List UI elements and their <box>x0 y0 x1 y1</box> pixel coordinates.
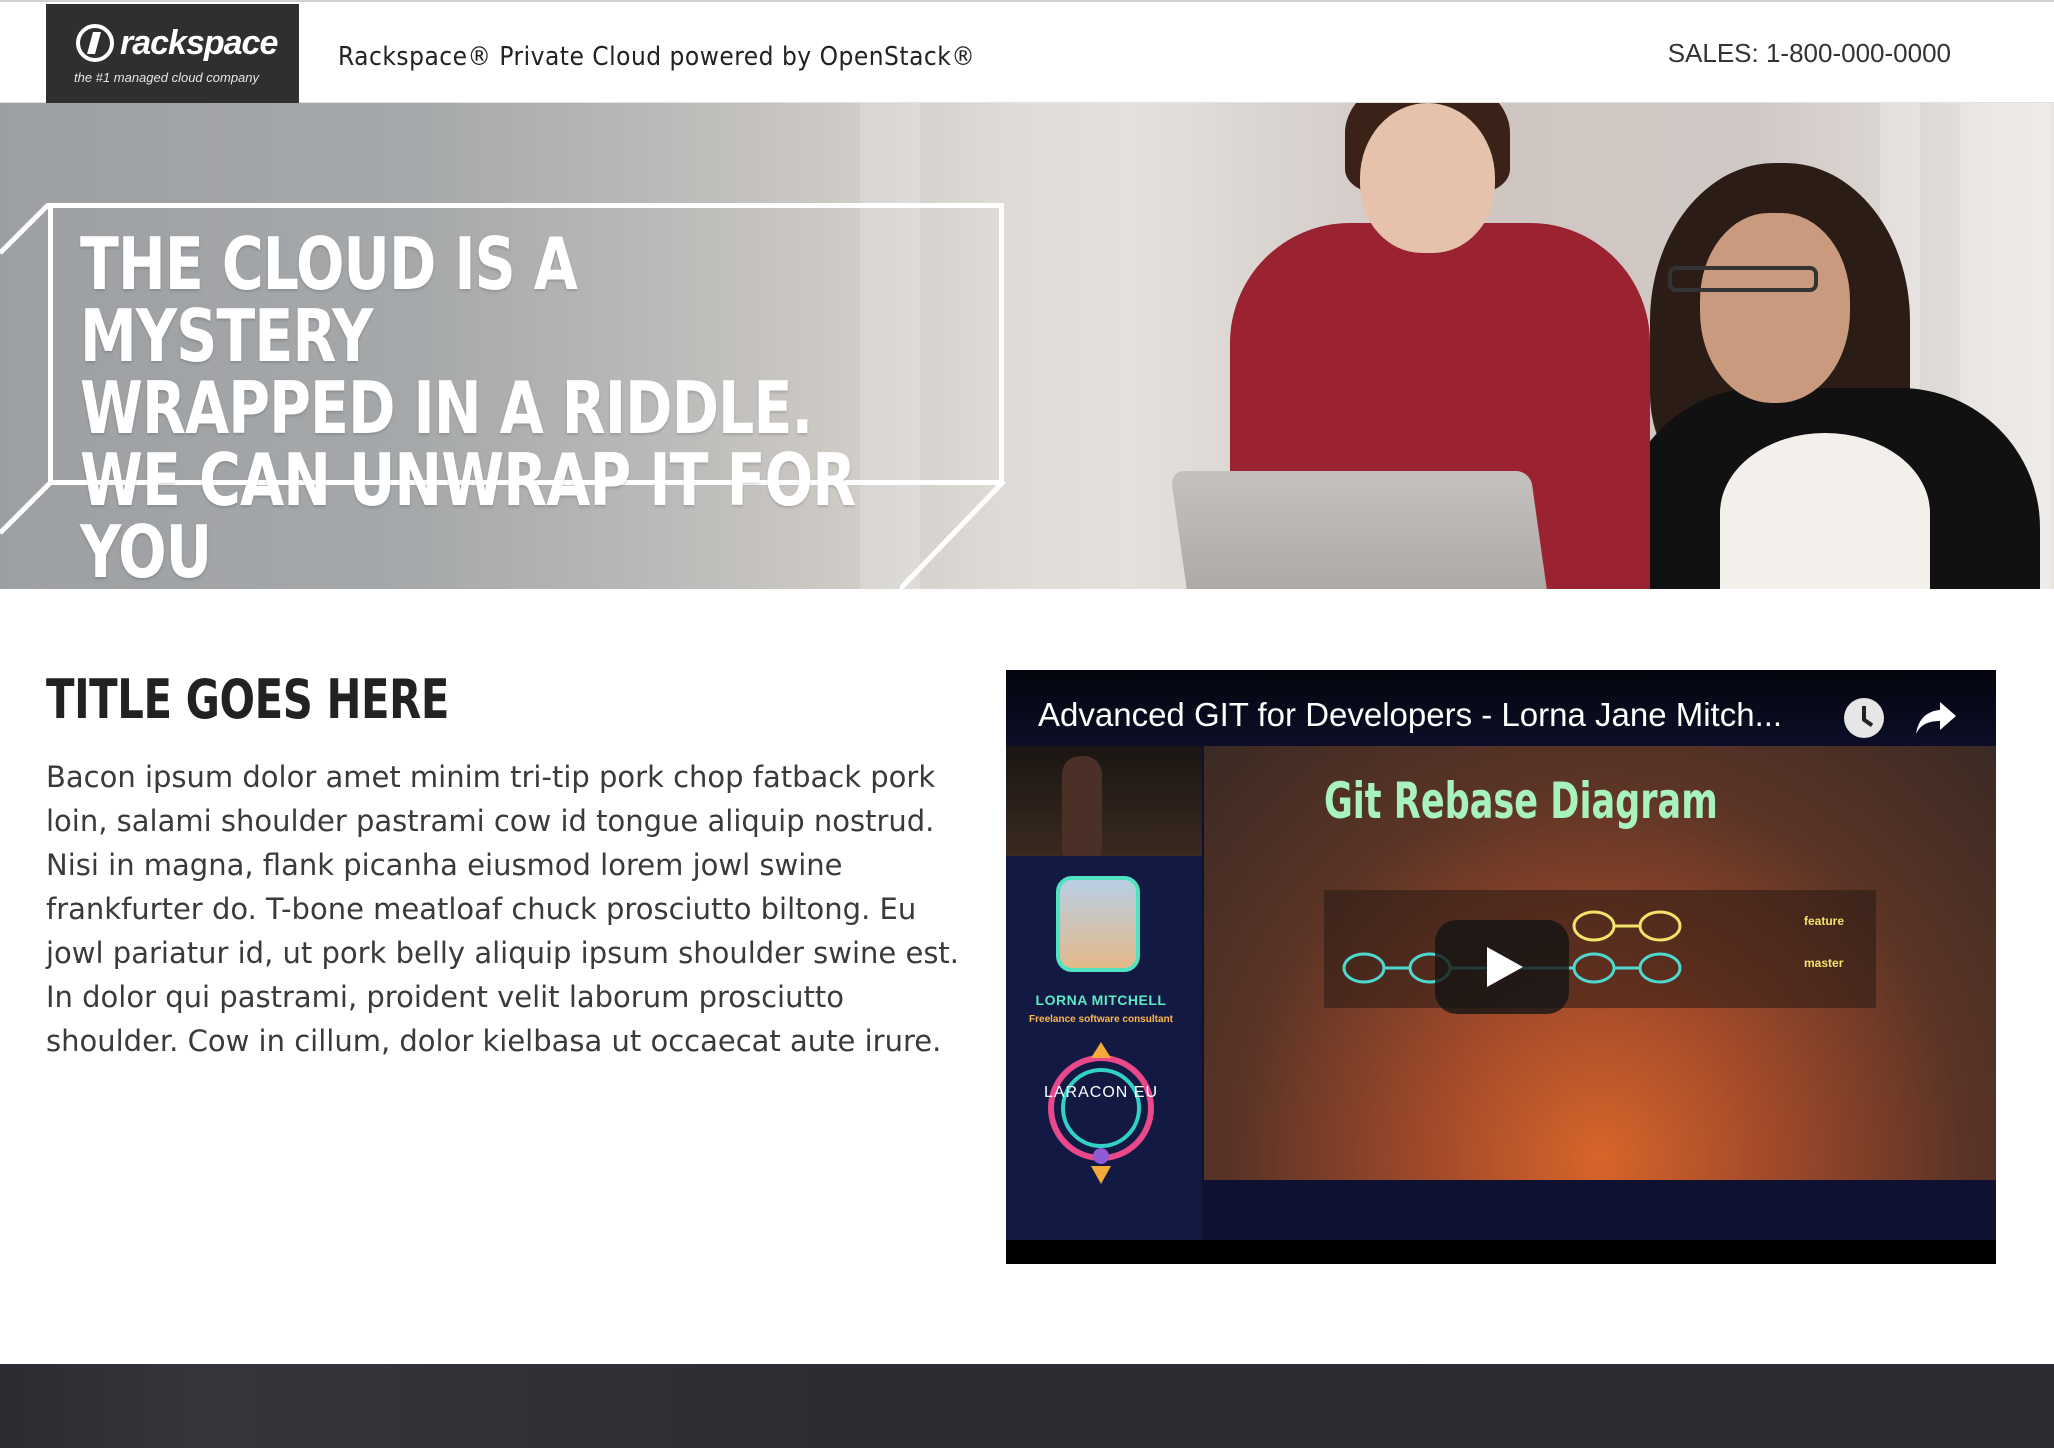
person-top <box>1720 433 1930 589</box>
hero-banner: THE CLOUD IS A MYSTERY WRAPPED IN A RIDD… <box>0 103 2054 589</box>
branch-label-master: master <box>1804 956 1844 970</box>
logo-tagline: the #1 managed cloud company <box>74 70 260 85</box>
person-face <box>1700 213 1850 403</box>
speaker-name: LORNA MITCHELL <box>1035 992 1167 1008</box>
video-progress-area[interactable] <box>1006 1240 1996 1264</box>
share-icon[interactable] <box>1914 700 1958 736</box>
logo-wordmark: rackspace <box>120 24 278 62</box>
slide-title: Git Rebase Diagram <box>1324 772 1718 830</box>
presentation-slide: Git Rebase Diagram feature master <box>1204 746 1996 1180</box>
rackspace-logo-icon <box>76 24 114 62</box>
conference-logo-icon <box>1048 1042 1154 1184</box>
sales-phone[interactable]: SALES: 1-800-000-0000 <box>1668 38 1951 69</box>
video-title-bar: Advanced GIT for Developers - Lorna Jane… <box>1006 670 1996 746</box>
headline-line: WRAPPED IN A RIDDLE. <box>80 366 813 450</box>
glasses <box>1668 266 1818 292</box>
headline-line: THE CLOUD IS A MYSTERY <box>80 222 578 378</box>
site-footer <box>0 1364 2054 1448</box>
site-title: Rackspace® Private Cloud powered by Open… <box>338 42 976 72</box>
play-button[interactable] <box>1435 920 1569 1014</box>
speaker-figure <box>1062 756 1102 856</box>
rebase-diagram: feature master <box>1324 890 1876 1008</box>
conference-name: LARACON EU <box>1043 1084 1159 1101</box>
hero-headline: THE CLOUD IS A MYSTERY WRAPPED IN A RIDD… <box>80 228 872 588</box>
site-header: rackspace the #1 managed cloud company R… <box>0 0 2054 103</box>
section-title: TITLE GOES HERE <box>46 668 450 731</box>
speaker-panel: LORNA MITCHELL Freelance software consul… <box>1006 746 1202 1240</box>
video-player[interactable]: LORNA MITCHELL Freelance software consul… <box>1006 670 1996 1264</box>
speaker-avatar <box>1056 876 1140 972</box>
video-title[interactable]: Advanced GIT for Developers - Lorna Jane… <box>1038 696 1838 734</box>
rackspace-logo[interactable]: rackspace the #1 managed cloud company <box>46 4 299 103</box>
section-body: Bacon ipsum dolor amet minim tri-tip por… <box>46 760 960 1058</box>
branch-label-feature: feature <box>1804 914 1845 928</box>
person-face <box>1360 103 1495 253</box>
speaker-role: Freelance software consultant <box>1029 1014 1173 1025</box>
hero-frame-accent <box>900 481 1006 589</box>
speaker-stage-photo <box>1006 746 1202 856</box>
headline-line: WE CAN UNWRAP IT FOR YOU <box>80 438 856 589</box>
watch-later-icon[interactable] <box>1844 698 1884 738</box>
branch-graph <box>1342 910 1682 984</box>
laptop <box>1170 471 1550 589</box>
